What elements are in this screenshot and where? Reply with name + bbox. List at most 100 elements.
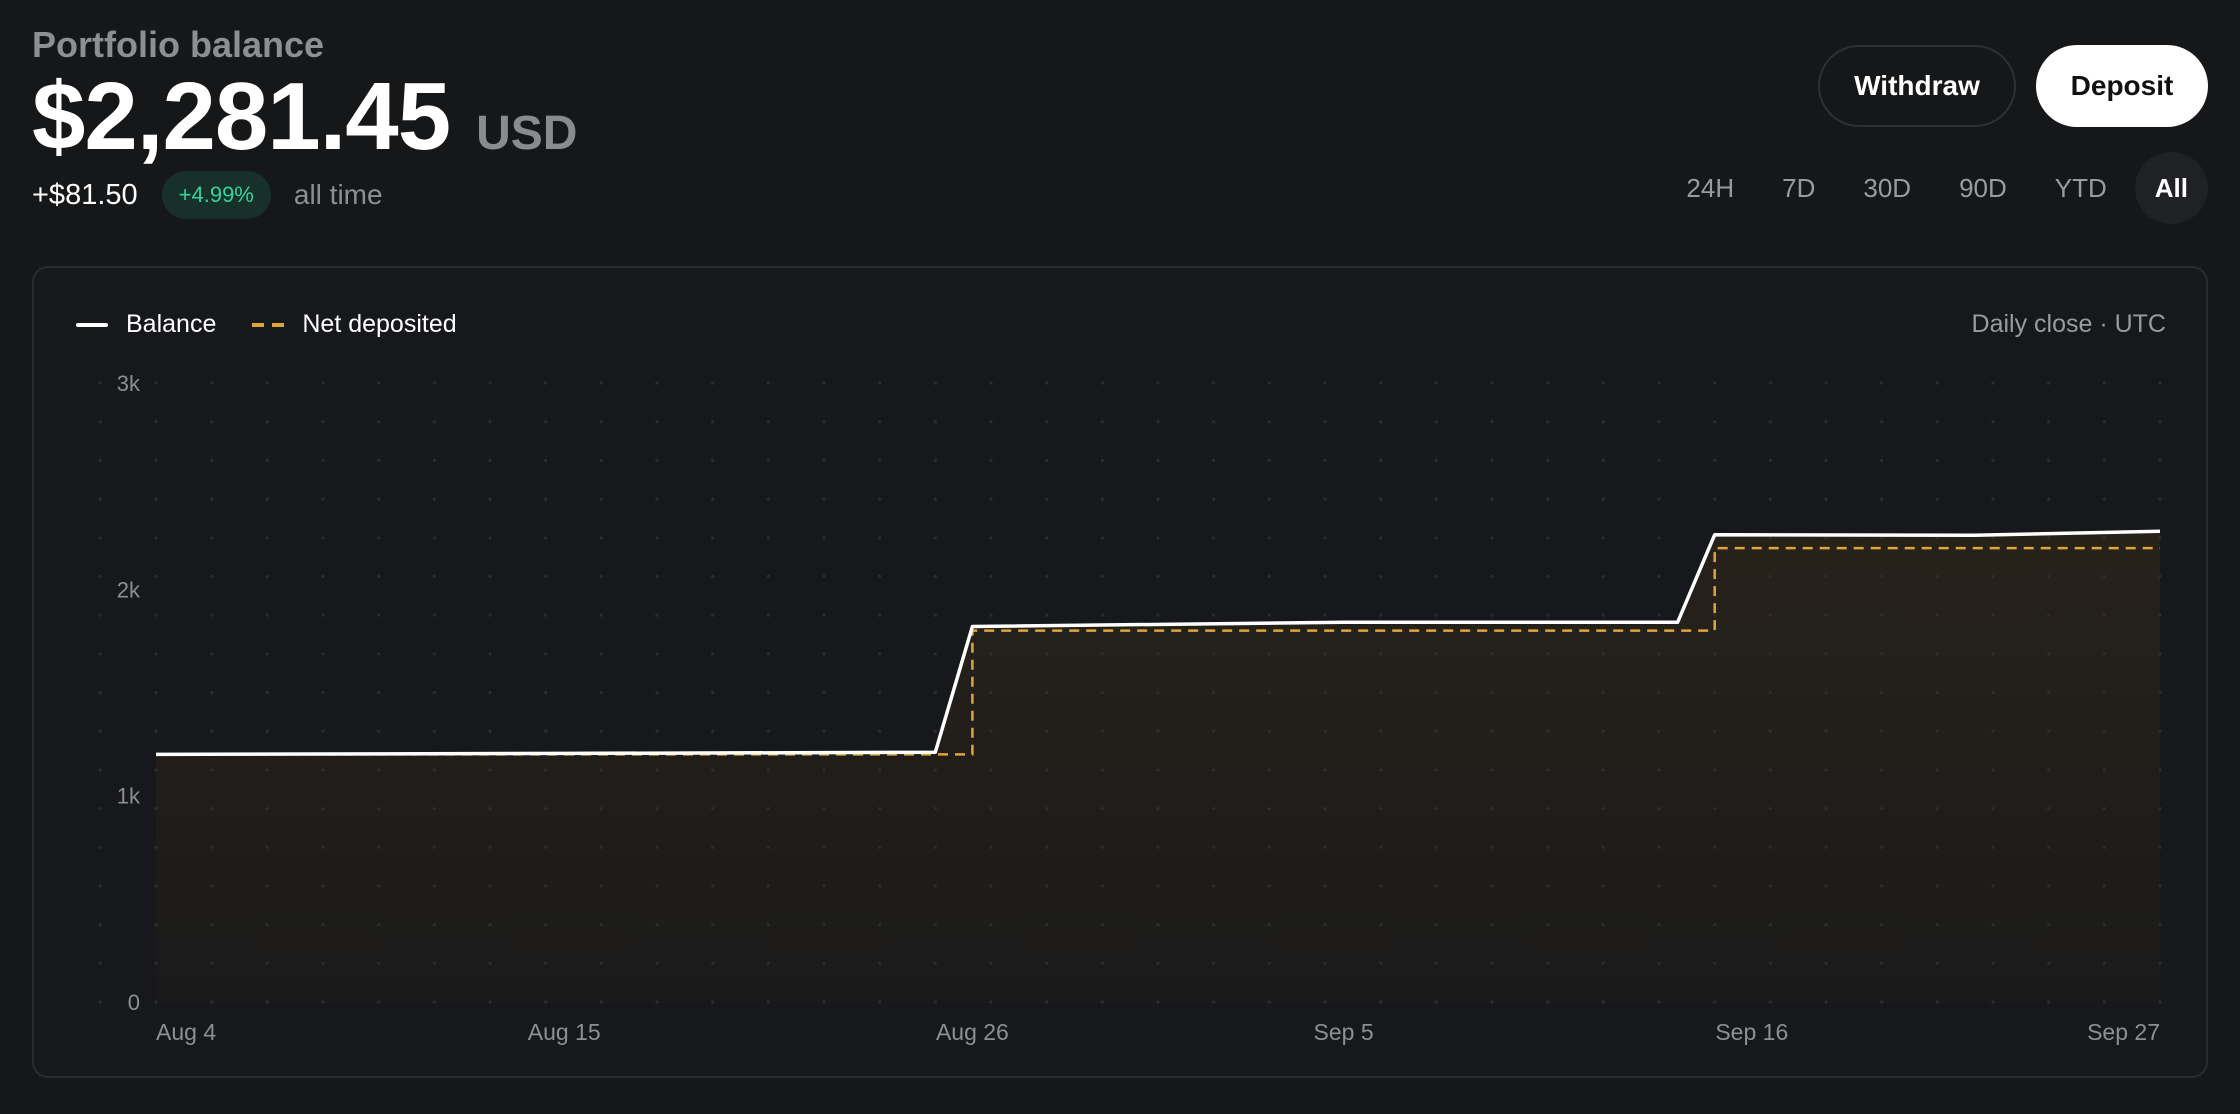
grid-dot <box>265 497 269 501</box>
grid-dot <box>1880 381 1884 385</box>
grid-dot <box>1713 420 1717 424</box>
grid-dot <box>933 729 937 733</box>
withdraw-button[interactable]: Withdraw <box>1818 45 2016 127</box>
grid-dot <box>1267 574 1271 578</box>
grid-dot <box>377 536 381 540</box>
grid-dot <box>1935 497 1939 501</box>
grid-dot <box>154 420 158 424</box>
deposit-button[interactable]: Deposit <box>2036 45 2208 127</box>
grid-dot <box>321 690 325 695</box>
range-24h[interactable]: 24H <box>1666 152 1754 224</box>
grid-dot <box>1212 536 1216 540</box>
grid-dot <box>432 652 436 656</box>
grid-dot <box>488 652 492 656</box>
grid-dot <box>1713 458 1717 462</box>
grid-dot <box>2047 458 2051 462</box>
grid-dot <box>599 497 603 501</box>
grid-dot <box>822 497 826 501</box>
grid-dot <box>1323 458 1327 462</box>
grid-dot <box>98 652 102 656</box>
range-90d[interactable]: 90D <box>1939 152 2027 224</box>
range-all[interactable]: All <box>2134 152 2208 224</box>
grid-dot <box>2158 497 2162 501</box>
grid-dot <box>210 458 214 462</box>
grid-dot <box>154 458 158 462</box>
grid-dot <box>599 574 603 578</box>
grid-dot <box>210 497 214 501</box>
grid-dot <box>265 458 269 462</box>
y-axis: 0 1k 2k 3k <box>117 371 141 1015</box>
grid-dot <box>1880 458 1884 462</box>
grid-dot <box>98 1000 102 1004</box>
grid-dot <box>1212 497 1216 501</box>
range-30d[interactable]: 30D <box>1843 152 1931 224</box>
grid-dot <box>432 690 436 695</box>
x-tick-label: Aug 26 <box>936 1019 1009 1045</box>
grid-dot <box>989 381 993 385</box>
grid-dot <box>321 729 325 733</box>
balance-chart[interactable]: 0 1k 2k 3k Aug 4 Aug 15 Aug 26 Sep 5 Sep 16 Sep … <box>34 268 2206 1076</box>
grid-dot <box>711 613 715 617</box>
grid-dot <box>1490 420 1494 424</box>
grid-dot <box>377 458 381 462</box>
grid-dot <box>1880 420 1884 424</box>
grid-dot <box>822 420 826 424</box>
grid-dot <box>989 536 993 540</box>
grid-dot <box>989 497 993 501</box>
range-7d[interactable]: 7D <box>1762 152 1835 224</box>
grid-dot <box>98 768 102 772</box>
grid-dot <box>878 458 882 462</box>
grid-dot <box>2047 381 2051 385</box>
grid-dot <box>822 458 826 462</box>
grid-dot <box>1323 613 1327 617</box>
grid-dot <box>321 536 325 540</box>
grid-dot <box>655 652 659 656</box>
grid-dot <box>432 613 436 617</box>
grid-dot <box>98 729 102 733</box>
grid-dot <box>488 497 492 501</box>
grid-dot <box>1546 574 1550 578</box>
grid-dot <box>711 729 715 733</box>
grid-dot <box>989 458 993 462</box>
range-ytd[interactable]: YTD <box>2035 152 2127 224</box>
grid-dot <box>154 729 158 733</box>
grid-dot <box>544 536 548 540</box>
grid-dot <box>1824 420 1828 424</box>
grid-dot <box>1045 497 1049 501</box>
grid-dot <box>1824 381 1828 385</box>
grid-dot <box>933 652 937 656</box>
grid-dot <box>488 574 492 578</box>
grid-dot <box>766 652 770 656</box>
grid-dot <box>154 690 158 695</box>
grid-dot <box>822 729 826 733</box>
grid-dot <box>1156 574 1160 578</box>
grid-dot <box>1490 497 1494 501</box>
grid-dot <box>2158 381 2162 385</box>
grid-dot <box>766 574 770 578</box>
grid-dot <box>544 729 548 733</box>
grid-dot <box>599 690 603 695</box>
grid-dot <box>210 381 214 385</box>
grid-dot <box>1379 420 1383 424</box>
page-title: Portfolio balance <box>32 24 325 65</box>
grid-dot <box>432 729 436 733</box>
grid-dot <box>1212 613 1216 617</box>
grid-dot <box>989 613 993 617</box>
grid-dot <box>210 613 214 617</box>
x-tick-label: Aug 4 <box>156 1019 216 1045</box>
grid-dot <box>544 497 548 501</box>
grid-dot <box>210 420 214 424</box>
grid-dot <box>1045 420 1049 424</box>
grid-dot <box>1935 420 1939 424</box>
grid-dot <box>989 420 993 424</box>
grid-dot <box>98 574 102 578</box>
grid-dot <box>265 613 269 617</box>
grid-dot <box>655 458 659 462</box>
grid-dot <box>1323 381 1327 385</box>
grid-dot <box>655 613 659 617</box>
grid-dot <box>822 613 826 617</box>
grid-dot <box>1991 420 1995 424</box>
grid-dot <box>1601 574 1605 578</box>
grid-dot <box>1100 574 1104 578</box>
chart-card: Balance Net deposited Daily close · UTC … <box>32 266 2208 1078</box>
